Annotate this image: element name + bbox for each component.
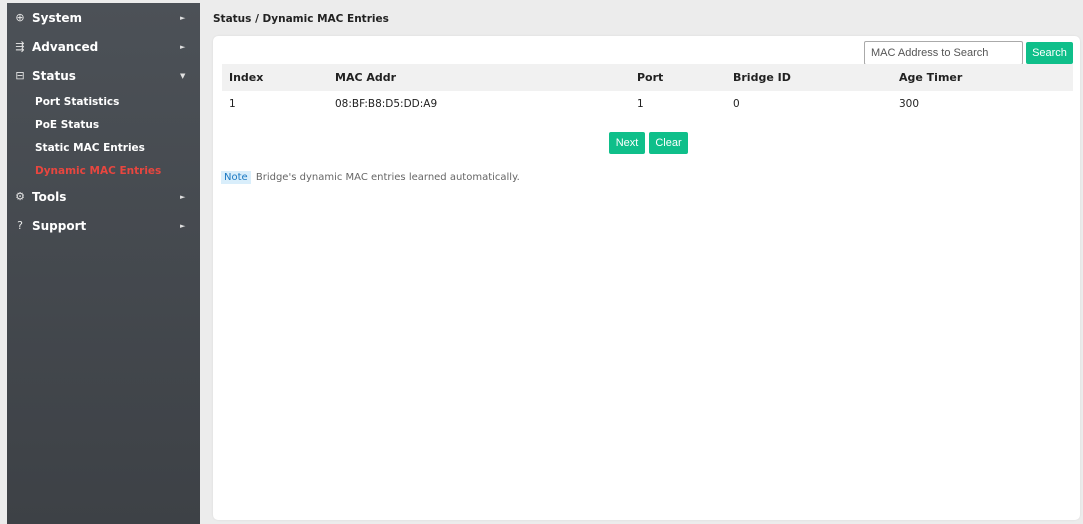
chevron-right-icon: ►: [180, 221, 186, 230]
cell-index: 1: [229, 97, 236, 110]
sidebar-item-port-statistics[interactable]: Port Statistics: [7, 90, 200, 113]
sidebar-item-static-mac-entries[interactable]: Static MAC Entries: [7, 136, 200, 159]
chevron-right-icon: ►: [180, 42, 186, 51]
note-badge: Note: [221, 171, 251, 184]
note-body: Bridge's dynamic MAC entries learned aut…: [255, 172, 520, 183]
nav-advanced[interactable]: ⇶ Advanced ►: [7, 32, 200, 61]
question-circle-icon: ?: [17, 219, 23, 232]
breadcrumb: Status / Dynamic MAC Entries: [213, 13, 389, 25]
chevron-right-icon: ►: [180, 13, 186, 22]
cell-age-timer: 300: [899, 97, 920, 110]
chevron-right-icon: ►: [180, 192, 186, 201]
sidebar: ⊕ System ► ⇶ Advanced ► ⊟ Status ▼ Port …: [7, 3, 200, 524]
search-input[interactable]: [864, 41, 1023, 65]
note-text: Note Bridge's dynamic MAC entries learne…: [221, 171, 520, 184]
pager-buttons: Next Clear: [609, 132, 688, 154]
sliders-icon: ⇶: [15, 40, 25, 53]
next-button[interactable]: Next: [609, 132, 645, 154]
monitor-icon: ⊟: [15, 69, 25, 82]
chevron-down-icon: ▼: [180, 71, 186, 80]
mac-table: Index MAC Addr Port Bridge ID Age Timer …: [222, 64, 1073, 116]
nav-tools[interactable]: ⚙ Tools ►: [7, 182, 200, 211]
search-button[interactable]: Search: [1026, 42, 1073, 64]
cell-mac-addr: 08:BF:B8:D5:DD:A9: [335, 97, 438, 110]
table-header: Index MAC Addr Port Bridge ID Age Timer: [222, 64, 1073, 91]
sidebar-item-poe-status[interactable]: PoE Status: [7, 113, 200, 136]
header-port: Port: [637, 71, 664, 84]
nav-tools-label: Tools: [32, 189, 67, 204]
gear-icon: ⚙: [15, 190, 25, 203]
header-age-timer: Age Timer: [899, 71, 963, 84]
nav-system[interactable]: ⊕ System ►: [7, 3, 200, 32]
nav-status-label: Status: [32, 68, 76, 83]
cell-bridge-id: 0: [733, 97, 740, 110]
content-panel: Search Index MAC Addr Port Bridge ID Age…: [213, 36, 1080, 520]
nav-advanced-label: Advanced: [32, 39, 99, 54]
nav-status[interactable]: ⊟ Status ▼: [7, 61, 200, 90]
header-index: Index: [229, 71, 264, 84]
table-row: 1 08:BF:B8:D5:DD:A9 1 0 300: [222, 91, 1073, 116]
header-mac-addr: MAC Addr: [335, 71, 397, 84]
header-bridge-id: Bridge ID: [733, 71, 791, 84]
nav-support-label: Support: [32, 218, 87, 233]
cell-port: 1: [637, 97, 644, 110]
nav-support[interactable]: ? Support ►: [7, 211, 200, 240]
nav-system-label: System: [32, 10, 82, 25]
clear-button[interactable]: Clear: [649, 132, 688, 154]
globe-icon: ⊕: [15, 11, 25, 24]
sidebar-item-dynamic-mac-entries[interactable]: Dynamic MAC Entries: [7, 159, 200, 182]
